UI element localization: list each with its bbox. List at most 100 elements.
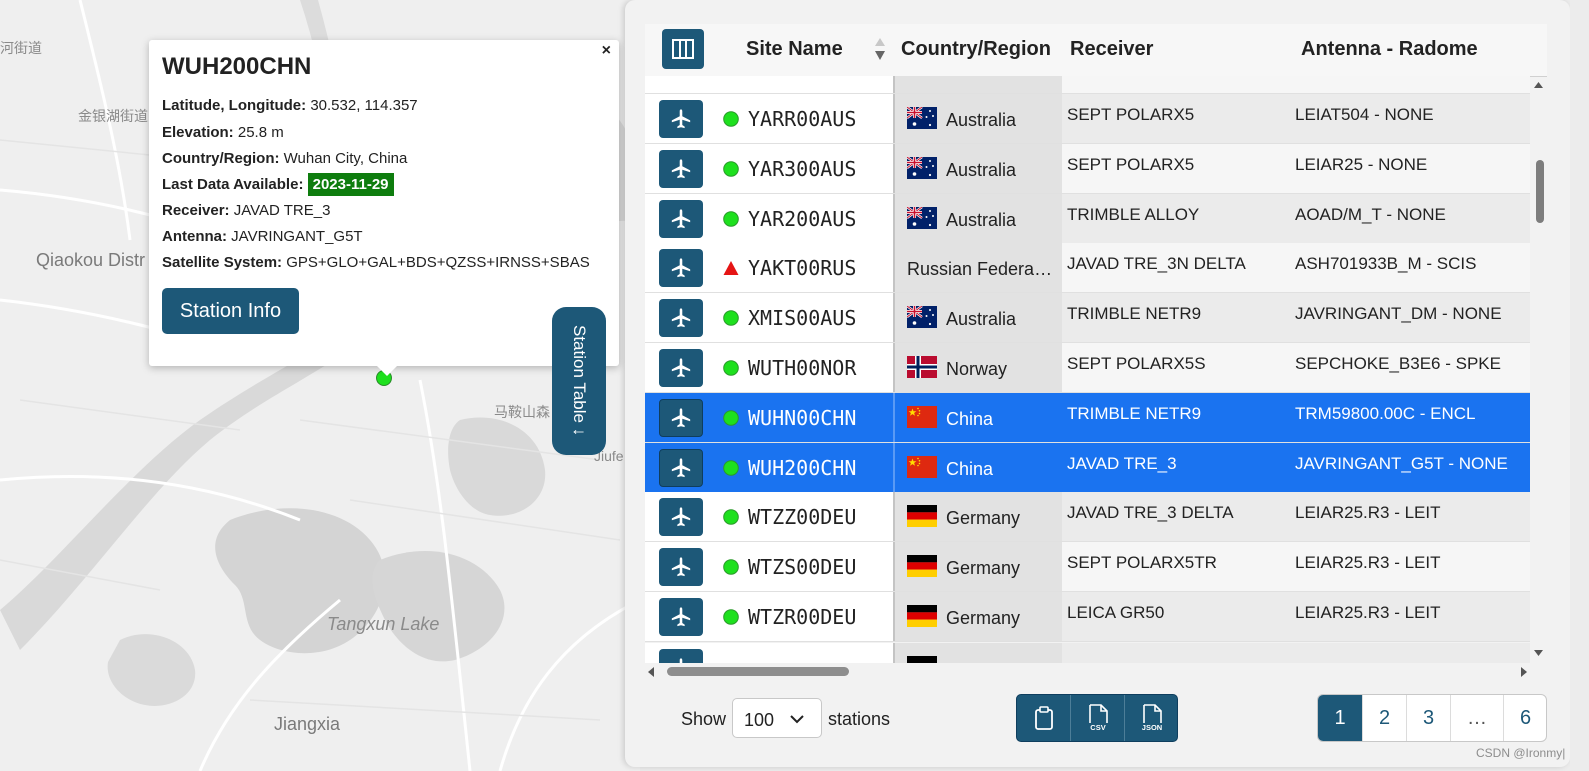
watermark: CSDN @Ironmy| (1476, 746, 1566, 760)
airplane-icon (671, 109, 691, 129)
table-row[interactable]: WTZZ00DEU Germany JAVAD TRE_3 DELTA LEIAR25… (645, 492, 1530, 543)
site-name[interactable]: WTZR00DEU (748, 605, 856, 629)
table-row-partial[interactable] (645, 643, 1530, 663)
table-row[interactable]: WUHN00CHN China TRIMBLE NETR9 TRM59800.00C … (645, 392, 1530, 443)
online-status-icon (723, 459, 739, 476)
close-icon[interactable]: × (602, 42, 611, 60)
cell-left: WUHN00CHN (645, 392, 893, 442)
cell-country: Australia (893, 143, 1062, 193)
country-name: Australia (946, 110, 1017, 130)
site-name[interactable]: YAR200AUS (748, 207, 856, 231)
vertical-scroll-thumb[interactable] (1536, 160, 1544, 223)
site-name[interactable]: YAKT00RUS (748, 256, 856, 280)
chevron-down-icon (790, 715, 804, 724)
china-flag-icon (907, 405, 937, 428)
export-json-button[interactable]: JSON (1125, 695, 1178, 741)
receiver-name: SEPT POLARX5 (1067, 154, 1195, 174)
popup-label: Elevation: (162, 124, 234, 141)
site-name[interactable]: YAR300AUS (748, 157, 856, 181)
country-name: Germany (946, 608, 1021, 628)
zoom-to-station-button[interactable] (659, 448, 703, 487)
horizontal-scroll-thumb[interactable] (667, 667, 849, 676)
country-name: Australia (946, 209, 1017, 230)
australia-flag-icon (907, 156, 937, 179)
zoom-to-station-button[interactable] (659, 598, 703, 636)
zoom-to-station-button[interactable] (659, 349, 703, 387)
popup-value: Wuhan City, China (283, 150, 408, 167)
table-body[interactable]: YARR00AUS Australia SEPT POLARX5 LEIAT504 -… (645, 76, 1530, 663)
header-site-name[interactable]: Site Name (746, 38, 843, 61)
site-name[interactable]: YARR00AUS (748, 107, 856, 131)
site-name[interactable]: XMIS00AUS (748, 306, 856, 330)
table-row[interactable]: YAR200AUS Australia TRIMBLE ALLOY AOAD/M_T … (645, 193, 1530, 244)
receiver-name: JAVAD TRE_3N DELTA (1067, 254, 1246, 274)
map-label: 金银湖街道 (78, 108, 148, 124)
stations-label: stations (828, 709, 891, 729)
page-size-select[interactable]: 100 (732, 698, 822, 738)
receiver-name: SEPT POLARX5TR (1067, 553, 1217, 573)
zoom-to-station-button[interactable] (659, 199, 703, 238)
column-toggle-button[interactable] (662, 29, 704, 69)
page-button[interactable]: 3 (1406, 695, 1450, 741)
antenna-radome: AOAD/M_T - NONE (1295, 204, 1446, 224)
zoom-to-station-button[interactable] (659, 249, 703, 288)
header-receiver[interactable]: Receiver (1070, 38, 1153, 61)
online-status-icon (723, 310, 739, 326)
table-row-partial[interactable] (645, 76, 1530, 94)
country-name: Australia (946, 159, 1017, 180)
popup-antenna: Antenna: JAVRINGANT_G5T (162, 228, 363, 245)
antenna-radome: LEIAR25.R3 - LEIT (1295, 553, 1441, 573)
cell-country: China (893, 392, 1062, 442)
cell-left: XMIS00AUS (645, 293, 893, 343)
map-label: 河街道 (0, 40, 42, 56)
zoom-to-station-button[interactable] (659, 100, 703, 138)
antenna-radome: LEIAR25.R3 - LEIT (1295, 503, 1441, 523)
map-label: Jiangxia (274, 714, 341, 734)
popup-value: JAVAD TRE_3 (233, 202, 331, 219)
map[interactable]: 河街道 金银湖街道 Qiaokou Distr 马鞍山森 Jiufe Tangx… (0, 0, 640, 771)
popup-title: WUH200CHN (162, 53, 312, 80)
header-antenna[interactable]: Antenna - Radome (1301, 38, 1478, 61)
site-name[interactable]: WTZZ00DEU (748, 505, 856, 529)
airplane-icon (671, 208, 691, 228)
online-status-icon (723, 509, 739, 526)
table-row[interactable]: WTZR00DEU Germany LEICA GR50 LEIAR25.R3 - L… (645, 592, 1530, 642)
site-name[interactable]: WTZS00DEU (748, 555, 856, 579)
table-row[interactable]: YAR300AUS Australia SEPT POLARX5 LEIAR25 - … (645, 143, 1530, 194)
table-row[interactable]: WUTH00NOR Norway SEPT POLARX5S SEPCHOKE_B3E… (645, 343, 1530, 393)
cell-left: WTZS00DEU (645, 542, 893, 592)
germany-flag-icon (907, 555, 937, 578)
site-name[interactable]: WUTH00NOR (748, 356, 856, 380)
columns-icon (672, 39, 694, 59)
zoom-to-station-button[interactable] (659, 398, 703, 437)
antenna-radome: LEIAT504 - NONE (1295, 105, 1434, 124)
sort-icon[interactable] (874, 36, 886, 62)
zoom-to-station-button[interactable] (659, 299, 703, 338)
site-name[interactable]: WUHN00CHN (748, 406, 856, 430)
page-button[interactable]: 2 (1362, 695, 1406, 741)
page-button[interactable]: 1 (1318, 695, 1362, 741)
page-button[interactable]: 6 (1503, 695, 1547, 741)
site-name[interactable]: WUH200CHN (748, 456, 856, 480)
station-table-toggle[interactable]: Station Table ↓ (552, 307, 606, 455)
zoom-to-station-button[interactable] (659, 149, 703, 188)
table-row[interactable]: YARR00AUS Australia SEPT POLARX5 LEIAT504 -… (645, 94, 1530, 144)
zoom-to-station-button[interactable] (659, 548, 703, 587)
station-info-button[interactable]: Station Info (162, 288, 299, 334)
table-row[interactable]: WTZS00DEU Germany SEPT POLARX5TR LEIAR25.R3… (645, 542, 1530, 593)
export-csv-button[interactable]: CSV (1071, 695, 1124, 741)
cell-country (893, 643, 1062, 663)
table-row[interactable]: XMIS00AUS Australia TRIMBLE NETR9 JAVRINGAN… (645, 293, 1530, 344)
copy-button[interactable] (1017, 695, 1070, 741)
table-row[interactable]: WUH200CHN China JAVAD TRE_3 JAVRINGANT_G5T … (645, 442, 1530, 493)
cell-country: China (893, 442, 1062, 492)
table-row[interactable]: YAKT00RUS Russian Federa… JAVAD TRE_3N DEL… (645, 243, 1530, 294)
norway-flag-icon (907, 356, 937, 378)
country-name: Germany (946, 558, 1021, 579)
cell-left: YAR200AUS (645, 193, 893, 243)
cell-country (893, 76, 1062, 93)
zoom-to-station-button[interactable] (659, 498, 703, 537)
zoom-to-station-button[interactable] (659, 649, 703, 663)
airplane-icon (671, 159, 691, 178)
header-country[interactable]: Country/Region (901, 38, 1051, 61)
